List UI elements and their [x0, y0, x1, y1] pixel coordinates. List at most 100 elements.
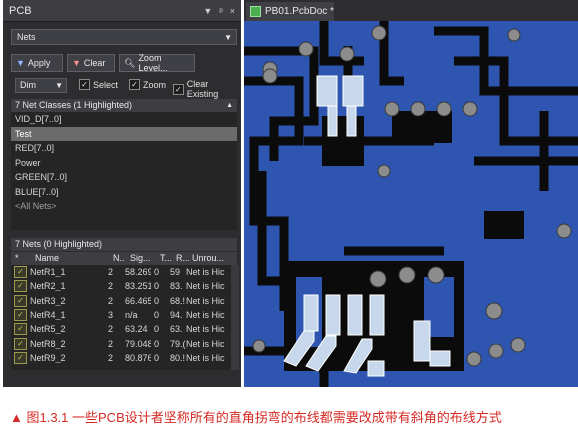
funnel-icon: ▼ — [16, 58, 25, 68]
net-name: NetR1_1 — [30, 267, 66, 278]
net-t: 0 — [154, 352, 160, 363]
check-icon[interactable]: ✓ — [14, 266, 27, 279]
check-icon[interactable]: ✓ — [14, 294, 27, 307]
panel-title: PCB — [9, 4, 32, 17]
pcb-panel: PCB ▼ ᵖ × Nets ▼ ▼ Apply ▼ Clear 🔍︎ Zoom… — [3, 0, 241, 387]
net-name: NetR5_2 — [30, 324, 66, 335]
column-name[interactable]: Name — [35, 252, 113, 265]
table-row[interactable]: ✓ NetR3_2 2 66.465 0 68.! Net is Hic — [11, 294, 237, 308]
table-row[interactable]: ✓ NetR8_2 2 79.048 0 79.(Net is Hic — [11, 336, 237, 350]
net-name: NetR4_1 — [30, 310, 66, 321]
column-unrouted[interactable]: Unrou... — [192, 252, 237, 265]
clear-existing-checkbox[interactable]: ✓ Clear Existing — [173, 79, 241, 99]
magnifier-icon: 🔍︎ — [124, 57, 136, 68]
net-nodes: 2 — [108, 281, 114, 292]
close-icon[interactable]: × — [230, 6, 235, 16]
dropdown-arrow-icon[interactable]: ▼ — [203, 6, 212, 16]
check-icon: ✓ — [173, 83, 184, 95]
zoom-level-button[interactable]: 🔍︎ Zoom Level... — [119, 53, 195, 73]
net-unrouted: Net is Hic — [186, 281, 225, 292]
net-t: 0 — [154, 281, 160, 292]
net-class-item-all[interactable]: <All Nets> — [11, 199, 237, 214]
pcb-canvas[interactable] — [244, 21, 578, 387]
column-t[interactable]: T... — [160, 252, 176, 265]
net-class-item[interactable]: VID_D[7..0] — [11, 112, 237, 127]
pin-icon[interactable]: ᵖ — [219, 6, 222, 16]
check-icon[interactable]: ✓ — [14, 337, 27, 350]
net-routed: 79.( — [170, 338, 186, 349]
net-classes-header: 7 Net Classes (1 Highlighted) ▲ — [11, 99, 237, 112]
net-class-item[interactable]: Power — [11, 156, 237, 171]
net-routed: 83. — [170, 281, 183, 292]
net-signal: n/a — [125, 310, 138, 321]
zoom-checkbox[interactable]: ✓ Zoom — [129, 79, 166, 90]
check-icon[interactable]: ✓ — [14, 323, 27, 336]
tab-pb01[interactable]: PB01.PcbDoc * — [246, 2, 334, 21]
net-routed: 94. — [170, 310, 183, 321]
column-nodes[interactable]: N.. — [113, 252, 130, 265]
net-nodes: 2 — [108, 324, 114, 335]
net-class-item[interactable]: GREEN[7..0] — [11, 170, 237, 185]
net-name: NetR8_2 — [30, 338, 66, 349]
net-unrouted: Net is Hic — [186, 310, 225, 321]
column-routed[interactable]: R... — [176, 252, 192, 265]
clear-label: Clear — [83, 58, 106, 68]
select-label: Select — [93, 79, 119, 90]
net-unrouted: Net is Hic — [186, 324, 225, 335]
net-signal: 83.251 — [125, 281, 151, 292]
zoom-level-label: Zoom Level... — [138, 53, 168, 73]
tab-label: PB01.PcbDoc * — [265, 6, 334, 17]
check-icon[interactable]: ✓ — [14, 309, 27, 322]
net-class-item[interactable]: Test — [11, 126, 237, 141]
dim-select[interactable]: Dim ▼ — [15, 78, 67, 93]
net-unrouted: Net is Hic — [186, 352, 225, 363]
column-star[interactable]: * — [11, 252, 35, 265]
column-signal[interactable]: Sig... — [130, 252, 160, 265]
net-routed: 68.! — [170, 295, 186, 306]
net-routed: 80.! — [170, 352, 186, 363]
dim-select-value: Dim — [20, 80, 36, 90]
net-classes-count: 7 Net Classes (1 Highlighted) — [15, 100, 133, 110]
net-signal: 66.465 — [125, 295, 151, 306]
nets-count: 7 Nets (0 Highlighted) — [15, 239, 103, 249]
apply-label: Apply — [27, 58, 51, 68]
net-class-item[interactable]: BLUE[7..0] — [11, 185, 237, 200]
net-signal: 63.24 — [125, 324, 148, 335]
net-nodes: 2 — [108, 267, 114, 278]
net-signal: 79.048 — [125, 338, 151, 349]
mode-select[interactable]: Nets ▼ — [11, 29, 237, 45]
check-icon[interactable]: ✓ — [14, 351, 27, 364]
net-routed: 63. — [170, 324, 183, 335]
net-unrouted: Net is Hic — [186, 267, 225, 278]
table-row[interactable]: ✓ NetR2_1 2 83.251 0 83. Net is Hic — [11, 279, 237, 293]
net-name: NetR2_1 — [30, 281, 66, 292]
net-t: 0 — [154, 295, 160, 306]
net-name: NetR3_2 — [30, 295, 66, 306]
net-signal: 80.876 — [125, 352, 151, 363]
net-class-item[interactable]: RED[7..0] — [11, 141, 237, 156]
apply-button[interactable]: ▼ Apply — [11, 54, 63, 72]
pcb-board-drawing — [244, 21, 578, 387]
net-name: NetR9_2 — [30, 352, 66, 363]
net-t: 0 — [154, 310, 160, 321]
pcb-doc-icon — [250, 6, 261, 17]
table-row[interactable]: ✓ NetR9_2 2 80.876 0 80.! Net is Hic — [11, 351, 237, 365]
net-nodes: 3 — [108, 310, 114, 321]
nets-scrollbar[interactable] — [231, 265, 239, 370]
net-t: 0 — [154, 324, 160, 335]
mode-select-value: Nets — [17, 32, 36, 42]
check-icon: ✓ — [79, 79, 90, 90]
funnel-clear-icon: ▼ — [72, 58, 81, 68]
net-nodes: 2 — [108, 338, 114, 349]
net-signal: 58.269 — [125, 267, 151, 278]
chevron-up-icon[interactable]: ▲ — [226, 99, 233, 112]
table-row[interactable]: ✓ NetR5_2 2 63.24 0 63. Net is Hic — [11, 322, 237, 336]
select-checkbox[interactable]: ✓ Select — [79, 79, 118, 90]
net-t: 0 — [154, 267, 160, 278]
clear-button[interactable]: ▼ Clear — [67, 54, 115, 72]
table-row[interactable]: ✓ NetR4_1 3 n/a 0 94. Net is Hic — [11, 308, 237, 322]
table-row[interactable]: ✓ NetR1_1 2 58.269 0 59 Net is Hic — [11, 265, 237, 279]
chevron-down-icon: ▼ — [224, 33, 232, 42]
net-nodes: 2 — [108, 295, 114, 306]
check-icon[interactable]: ✓ — [14, 280, 27, 293]
